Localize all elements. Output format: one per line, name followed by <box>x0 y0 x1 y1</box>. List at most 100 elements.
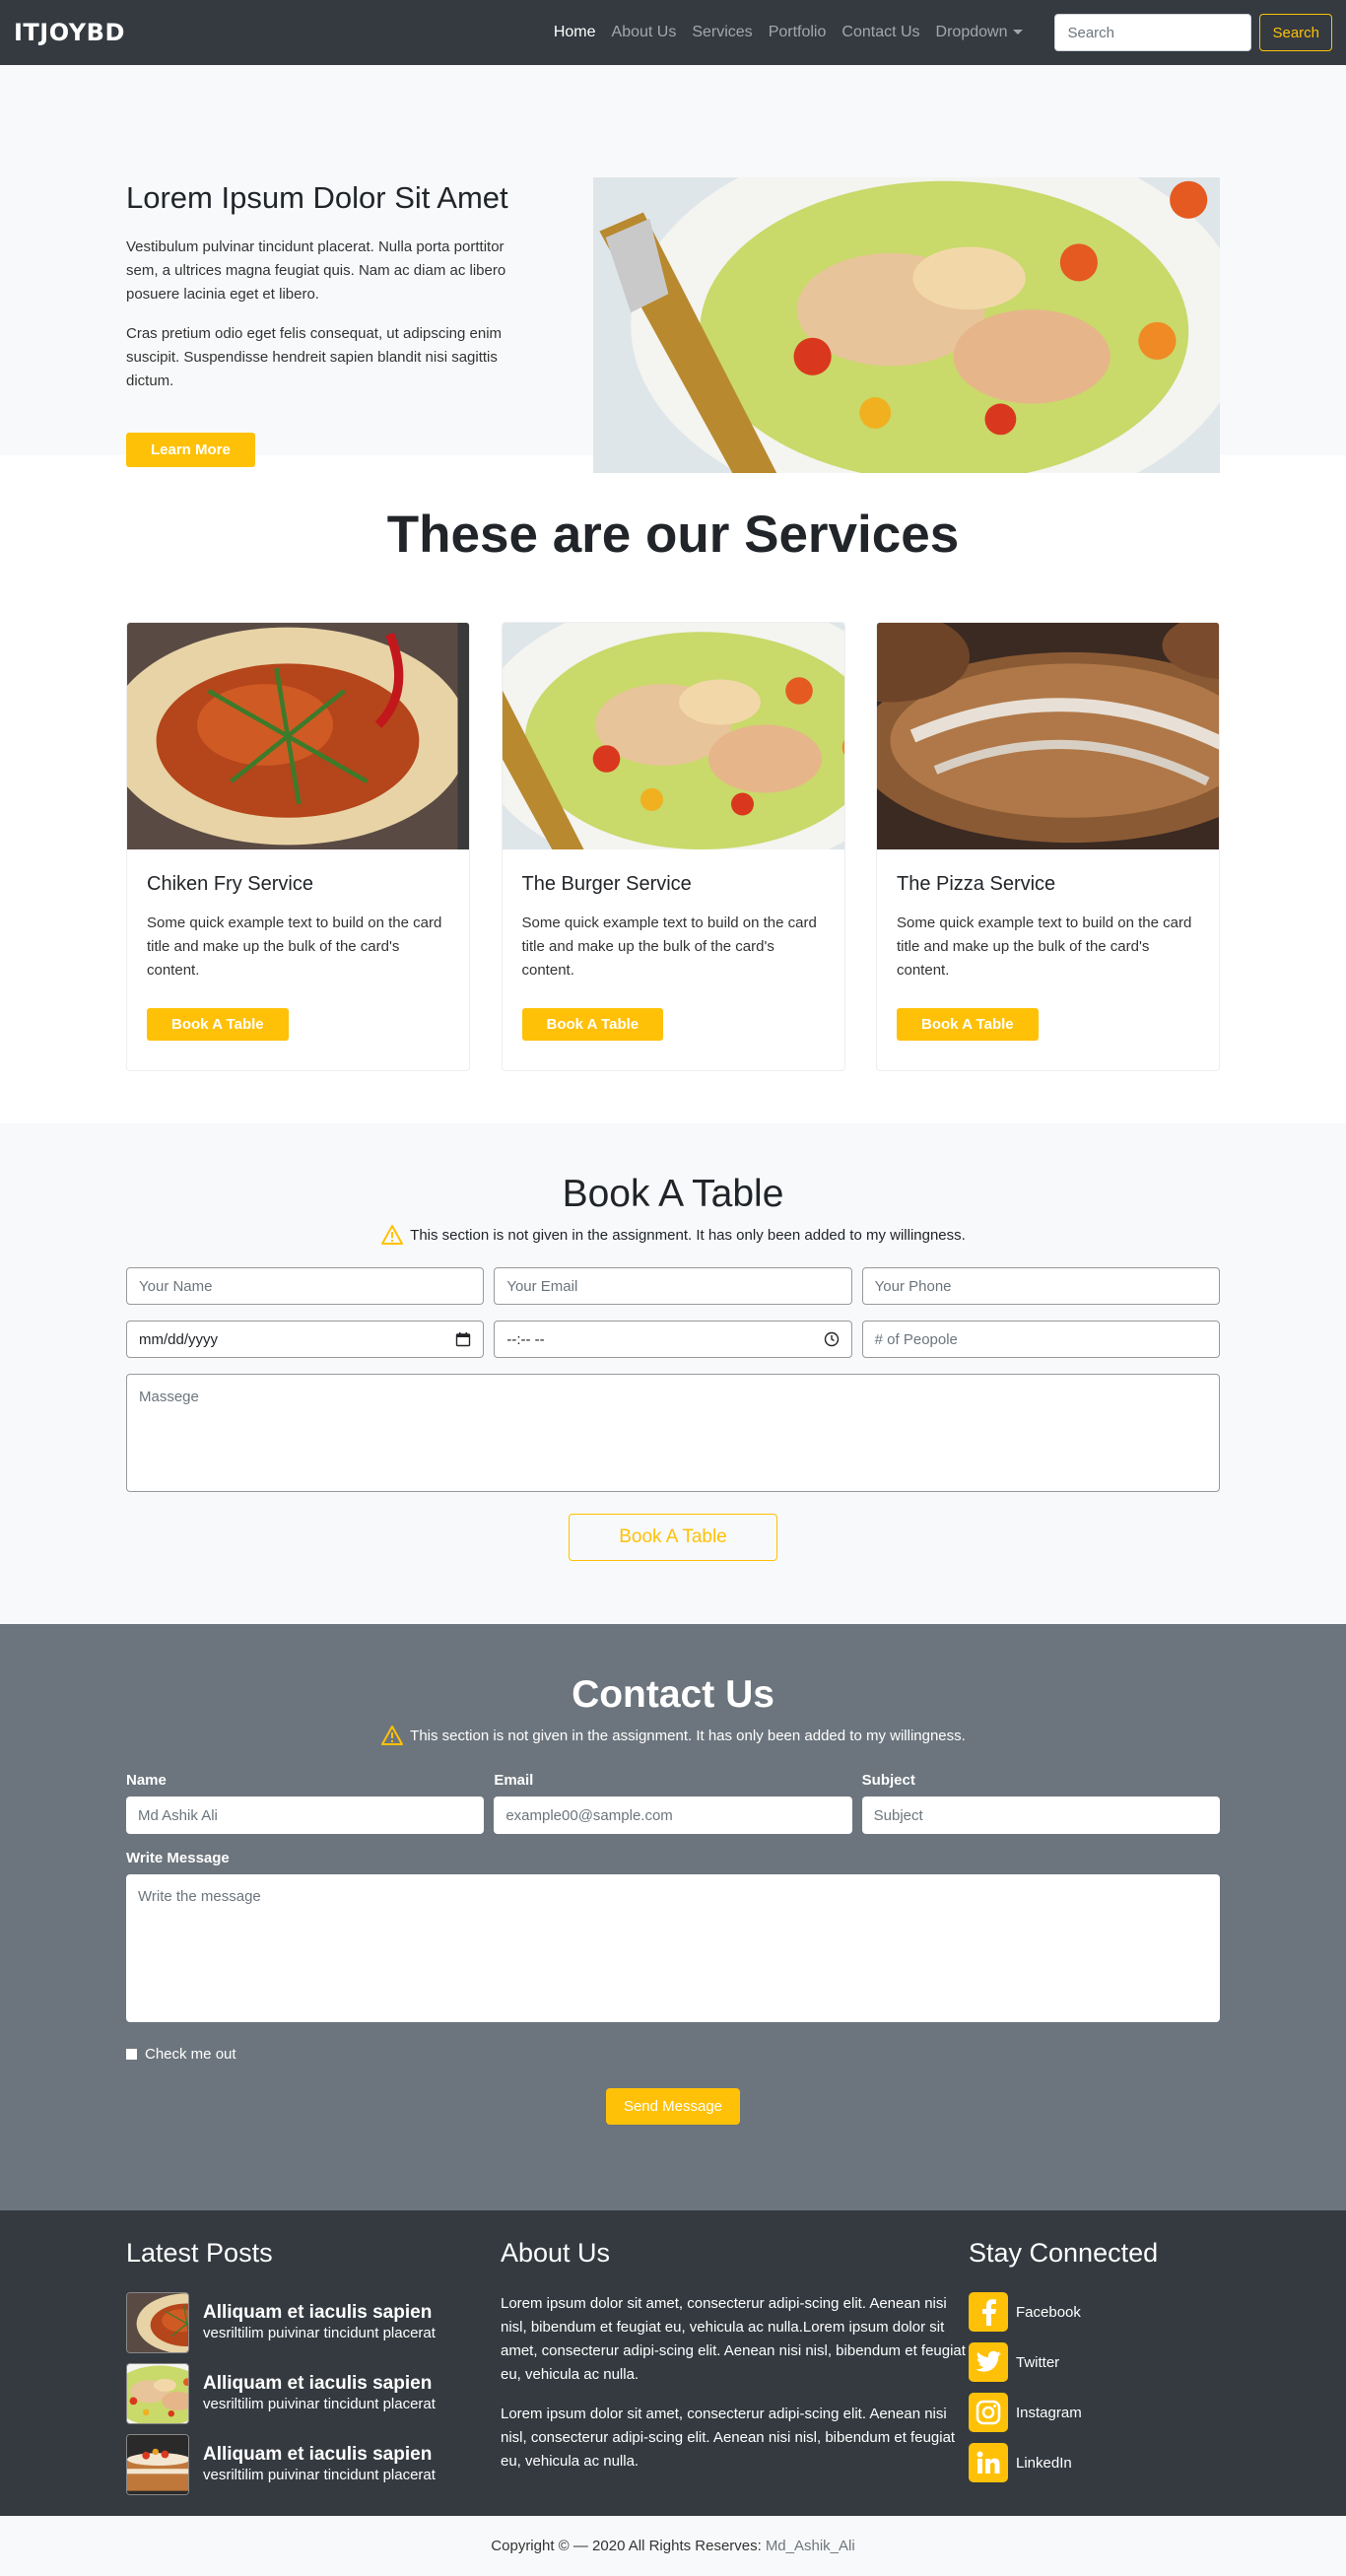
copyright-bar: Copyright © — 2020 All Rights Reserves: … <box>0 2516 1346 2576</box>
footer-about-p1: Lorem ipsum dolor sit amet, consecterur … <box>501 2295 966 2383</box>
social-facebook[interactable]: Facebook <box>969 2292 1220 2332</box>
burger-service-image <box>502 623 844 849</box>
contact-name-input[interactable]: Md Ashik Ali <box>126 1796 485 1834</box>
footer: Latest Posts Alliquam et iaculis sapien v… <box>0 2210 1346 2516</box>
author-link[interactable]: Md_Ashik_Ali <box>766 2538 855 2554</box>
post-item[interactable]: Alliquam et iaculis sapien vesriltilim pu… <box>126 2363 501 2424</box>
services-section: These are our Services Chiken Fry Servic… <box>0 455 1346 1123</box>
contact-note: This section is not given in the assignm… <box>126 1725 1220 1746</box>
facebook-label: Facebook <box>1016 2303 1081 2321</box>
contact-section: Contact Us This section is not given in … <box>0 1624 1346 2210</box>
send-message-button[interactable]: Send Message <box>605 2088 741 2125</box>
card-title: The Pizza Service <box>897 873 1056 895</box>
contact-subject-input[interactable]: Subject <box>861 1796 1220 1834</box>
pizza-service-image <box>877 623 1219 849</box>
card-title: The Burger Service <box>521 873 692 895</box>
checkbox[interactable] <box>126 2049 137 2060</box>
time-field[interactable]: --:-- -- <box>494 1321 852 1358</box>
hero-salad-image <box>593 177 1220 473</box>
book-table-button[interactable]: Book A Table <box>897 1008 1039 1041</box>
footer-about: About Us Lorem ipsum dolor sit amet, con… <box>501 2238 969 2505</box>
calendar-icon[interactable] <box>455 1331 471 1347</box>
card-text: Some quick example text to build on the … <box>521 915 817 979</box>
email-label: Email <box>494 1772 534 1789</box>
hero-section: Lorem Ipsum Dolor Sit Amet Vestibulum pu… <box>0 65 1346 473</box>
contact-note-text: This section is not given in the assignm… <box>410 1727 966 1744</box>
book-table-button[interactable]: Book A Table <box>147 1008 289 1041</box>
nav-link-portfolio[interactable]: Portfolio <box>761 24 835 41</box>
message-textarea[interactable]: Massege <box>126 1374 1220 1492</box>
latest-posts: Latest Posts Alliquam et iaculis sapien v… <box>126 2238 501 2505</box>
card-title: Chiken Fry Service <box>147 873 313 895</box>
service-card: The Pizza Service Some quick example tex… <box>876 622 1220 1071</box>
hero-text: Lorem Ipsum Dolor Sit Amet Vestibulum pu… <box>126 112 540 473</box>
chicken-fry-image <box>127 623 469 849</box>
hero-paragraph-2: Cras pretium odio eget felis consequat, … <box>126 325 503 390</box>
twitter-icon <box>969 2342 1008 2382</box>
nav-dropdown-label: Dropdown <box>935 24 1008 40</box>
social-twitter[interactable]: Twitter <box>969 2342 1220 2382</box>
contact-title: Contact Us <box>572 1673 774 1716</box>
card-text: Some quick example text to build on the … <box>897 915 1192 979</box>
contact-email-input[interactable]: example00@sample.com <box>494 1796 852 1834</box>
search-button[interactable]: Search <box>1259 14 1332 51</box>
card-text: Some quick example text to build on the … <box>147 915 442 979</box>
nav-link-about[interactable]: About Us <box>604 24 685 41</box>
post-text: vesriltilim puivinar tincidunt placerat <box>203 2466 436 2483</box>
post-thumbnail <box>126 2434 189 2495</box>
book-note: This section is not given in the assignm… <box>126 1224 1220 1246</box>
stay-connected-title: Stay Connected <box>969 2238 1159 2268</box>
book-title: Book A Table <box>562 1173 784 1215</box>
book-table-section: Book A Table This section is not given i… <box>0 1123 1346 1624</box>
book-note-text: This section is not given in the assignm… <box>410 1226 966 1244</box>
footer-about-p2: Lorem ipsum dolor sit amet, consecterur … <box>501 2406 956 2470</box>
search-input[interactable] <box>1054 14 1252 51</box>
copyright-text: Copyright © — 2020 All Rights Reserves: <box>491 2538 762 2554</box>
instagram-label: Instagram <box>1016 2404 1082 2421</box>
contact-message-textarea[interactable]: Write the message <box>126 1874 1220 2022</box>
service-card: Chiken Fry Service Some quick example te… <box>126 622 470 1071</box>
people-field[interactable]: # of Peopole <box>861 1321 1220 1358</box>
book-table-submit-button[interactable]: Book A Table <box>569 1514 777 1561</box>
footer-about-title: About Us <box>501 2238 611 2268</box>
linkedin-label: LinkedIn <box>1016 2454 1072 2472</box>
post-title: Alliquam et iaculis sapien <box>203 2443 433 2465</box>
nav-dropdown[interactable]: Dropdown <box>928 24 1032 41</box>
nav-link-home[interactable]: Home <box>546 24 604 41</box>
date-value: mm/dd/yyyy <box>139 1330 219 1348</box>
hero-title: Lorem Ipsum Dolor Sit Amet <box>126 180 508 215</box>
social-instagram[interactable]: Instagram <box>969 2393 1220 2432</box>
stay-connected: Stay Connected Facebook Twitter Instagra… <box>969 2238 1220 2505</box>
time-value: --:-- -- <box>506 1330 545 1348</box>
brand-logo[interactable]: ITJOYBD <box>14 19 125 46</box>
subject-label: Subject <box>861 1772 915 1789</box>
check-label: Check me out <box>145 2046 236 2063</box>
nav-link-contact[interactable]: Contact Us <box>834 24 927 41</box>
latest-posts-title: Latest Posts <box>126 2238 273 2268</box>
service-card: The Burger Service Some quick example te… <box>501 622 845 1071</box>
services-title: These are our Services <box>386 506 960 564</box>
post-thumbnail <box>126 2292 189 2353</box>
clock-icon[interactable] <box>824 1331 840 1347</box>
email-field[interactable]: Your Email <box>494 1267 852 1305</box>
nav-link-services[interactable]: Services <box>684 24 760 41</box>
learn-more-button[interactable]: Learn More <box>126 433 255 468</box>
social-linkedin[interactable]: LinkedIn <box>969 2443 1220 2482</box>
date-field[interactable]: mm/dd/yyyy <box>126 1321 485 1358</box>
chevron-down-icon <box>1013 30 1024 35</box>
facebook-icon <box>969 2292 1008 2332</box>
post-item[interactable]: Alliquam et iaculis sapien vesriltilim pu… <box>126 2434 501 2495</box>
phone-field[interactable]: Your Phone <box>861 1267 1220 1305</box>
name-field[interactable]: Your Name <box>126 1267 485 1305</box>
book-table-button[interactable]: Book A Table <box>521 1008 664 1041</box>
post-title: Alliquam et iaculis sapien <box>203 2301 433 2323</box>
post-text: vesriltilim puivinar tincidunt placerat <box>203 2395 436 2412</box>
message-label: Write Message <box>126 1850 230 1866</box>
check-me-out[interactable]: Check me out <box>126 2046 1220 2063</box>
linkedin-icon <box>969 2443 1008 2482</box>
name-label: Name <box>126 1772 167 1789</box>
post-item[interactable]: Alliquam et iaculis sapien vesriltilim pu… <box>126 2292 501 2353</box>
twitter-label: Twitter <box>1016 2353 1060 2371</box>
post-thumbnail <box>126 2363 189 2424</box>
navbar: ITJOYBD Home About Us Services Portfolio… <box>0 0 1346 65</box>
